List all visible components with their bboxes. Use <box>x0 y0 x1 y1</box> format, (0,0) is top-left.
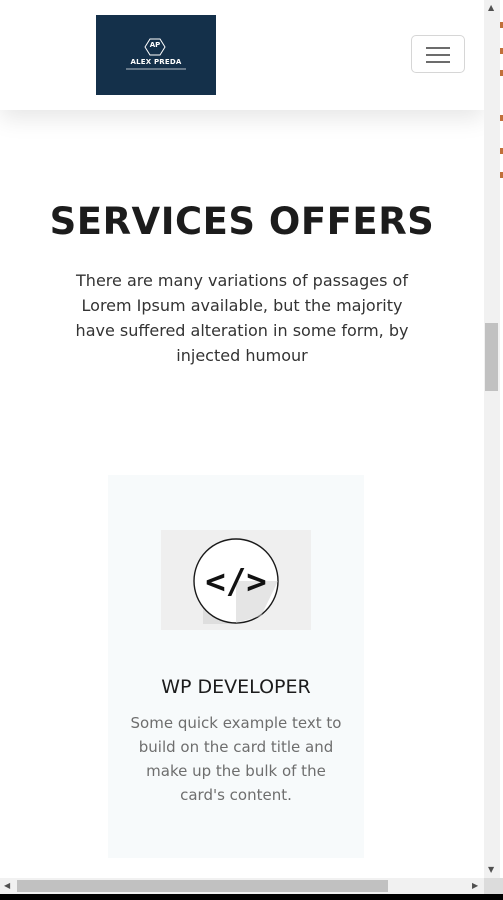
service-card-title: WP DEVELOPER <box>161 676 311 698</box>
service-card-image: </> <box>161 530 311 630</box>
service-card: </> WP DEVELOPER Some quick example text… <box>108 475 364 858</box>
navbar: AP ALEX PREDA <box>0 0 484 110</box>
navbar-toggle-button[interactable] <box>411 35 465 73</box>
services-description: There are many variations of passages of… <box>75 271 409 365</box>
page-viewport: AP ALEX PREDA SERVICES OFFERS There are … <box>0 0 484 878</box>
vertical-scrollbar[interactable]: ▲ ▼ <box>484 0 500 878</box>
scroll-right-arrow-icon[interactable]: ▶ <box>472 881 478 890</box>
hamburger-menu-icon-bar <box>426 54 450 56</box>
code-icon-glyph: </> <box>205 562 266 602</box>
code-icon: </> <box>193 538 279 624</box>
window-bottom-edge <box>0 894 503 900</box>
scroll-up-arrow-icon[interactable]: ▲ <box>488 3 494 12</box>
logo-name: ALEX PREDA <box>130 58 182 66</box>
logo-tagline-line <box>126 68 186 70</box>
service-card-text: Some quick example text to build on the … <box>130 714 342 804</box>
vertical-scrollbar-thumb[interactable] <box>485 323 498 391</box>
site-logo[interactable]: AP ALEX PREDA <box>96 15 216 95</box>
hamburger-menu-icon-bar <box>426 61 450 63</box>
horizontal-scrollbar-thumb[interactable] <box>17 880 388 892</box>
logo-initials: AP <box>149 41 161 49</box>
horizontal-scrollbar[interactable]: ◀ ▶ <box>0 878 484 894</box>
hamburger-menu-icon <box>426 47 450 49</box>
scroll-down-arrow-icon[interactable]: ▼ <box>488 865 494 874</box>
scroll-left-arrow-icon[interactable]: ◀ <box>4 881 10 890</box>
services-title: SERVICES OFFERS <box>49 200 435 243</box>
